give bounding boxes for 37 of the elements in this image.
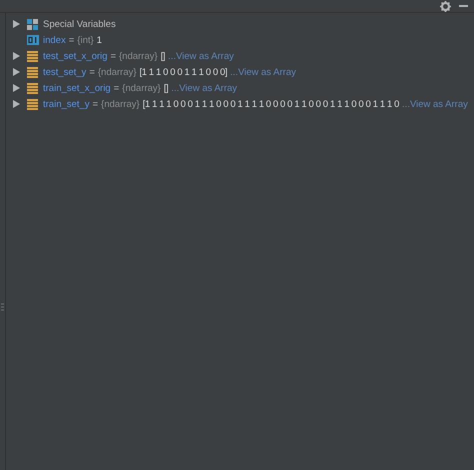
variable-name: train_set_x_orig xyxy=(43,82,111,94)
expand-arrow-icon[interactable] xyxy=(13,68,20,76)
variable-type: {ndarray} xyxy=(101,98,140,110)
variable-type: {int} xyxy=(77,34,94,46)
variable-value: [1 1 1 0 0 0 1 1 1 0 0 0] xyxy=(139,66,228,78)
list-icon xyxy=(27,98,38,110)
equals-sign: = xyxy=(114,82,120,94)
variable-name: test_set_x_orig xyxy=(43,50,108,62)
binary-icon xyxy=(27,35,39,45)
variable-value: 1 xyxy=(96,34,102,46)
equals-sign: = xyxy=(92,98,98,110)
view-as-array-link[interactable]: ...View as Array xyxy=(402,98,468,110)
variable-name: test_set_y xyxy=(43,66,86,78)
list-icon xyxy=(27,50,38,62)
variable-type: {ndarray} xyxy=(98,66,136,78)
expand-arrow-icon[interactable] xyxy=(13,100,20,108)
variable-name: Special Variables xyxy=(43,18,116,30)
list-icon xyxy=(27,82,38,94)
expand-arrow-icon[interactable] xyxy=(13,20,20,28)
equals-sign: = xyxy=(89,66,95,78)
variable-value: [1 1 1 1 0 0 0 1 1 1 0 0 0 1 1 1 1 0 0 0 0 1 1 0 0 0 1 1 1 0 0 0 1 1 1 0 xyxy=(142,98,400,110)
settings-icon[interactable] xyxy=(440,0,451,12)
variable-value: [] xyxy=(160,50,166,62)
variable-name: index xyxy=(43,34,66,46)
list-icon xyxy=(27,66,38,78)
expand-arrow-icon[interactable] xyxy=(13,84,20,92)
view-as-array-link[interactable]: ...View as Array xyxy=(230,66,296,78)
variable-type: {ndarray} xyxy=(119,50,158,62)
equals-sign: = xyxy=(110,50,116,62)
variable-name: train_set_y xyxy=(43,98,90,110)
variable-type: {ndarray} xyxy=(122,82,161,94)
view-as-array-link[interactable]: ...View as Array xyxy=(171,82,238,94)
variables-icon xyxy=(27,18,38,30)
variable-value: [] xyxy=(164,82,168,94)
equals-sign: = xyxy=(68,34,74,46)
view-as-array-link[interactable]: ...View as Array xyxy=(168,50,234,62)
expand-arrow-icon[interactable] xyxy=(13,52,20,60)
